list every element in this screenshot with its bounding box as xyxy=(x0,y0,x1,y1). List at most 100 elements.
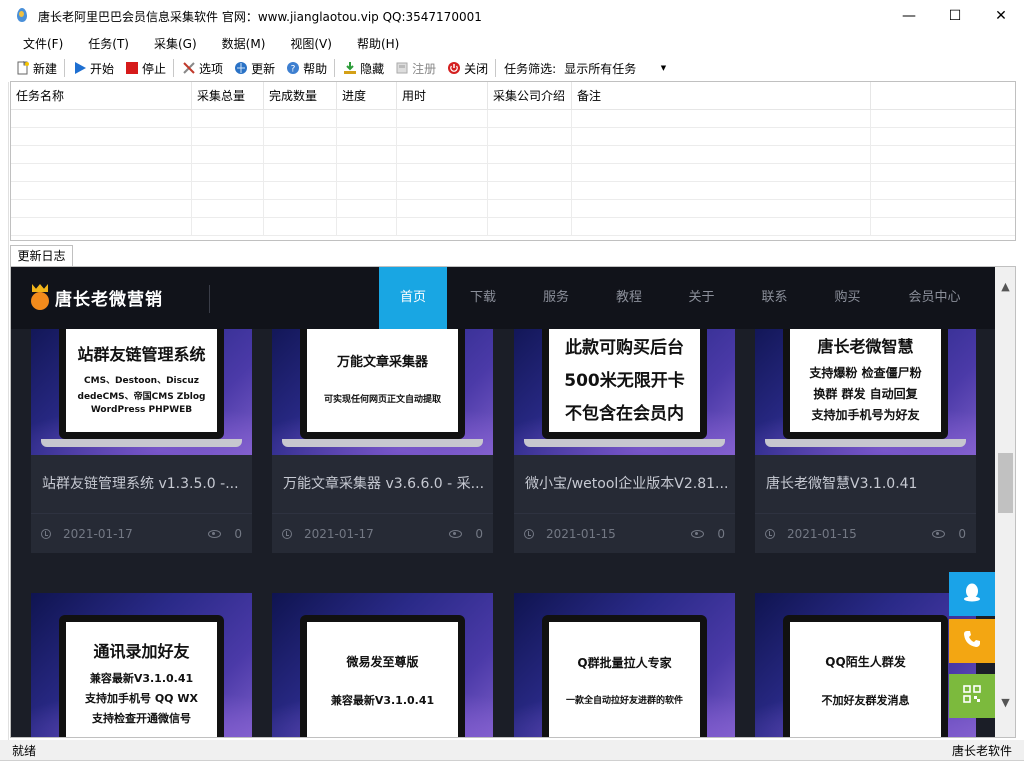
table-cell xyxy=(337,200,397,218)
task-table-body xyxy=(11,110,1015,236)
hide-button[interactable]: 隐藏 xyxy=(337,57,389,79)
column-header-task-name[interactable]: 任务名称 xyxy=(11,82,192,110)
product-title[interactable]: 万能文章采集器 v3.6.6.0 - 采... xyxy=(272,455,493,513)
taskbar-edge xyxy=(0,760,1024,768)
chevron-down-icon: ▼ xyxy=(660,64,667,72)
menu-data[interactable]: 数据(M) xyxy=(209,33,278,55)
options-button[interactable]: 选项 xyxy=(176,57,228,79)
table-row[interactable] xyxy=(11,110,1015,128)
table-cell xyxy=(397,146,488,164)
task-table-header: 任务名称 采集总量 完成数量 进度 用时 采集公司介绍 备注 xyxy=(11,82,1015,110)
table-cell xyxy=(337,164,397,182)
nav-download[interactable]: 下载 xyxy=(447,267,519,329)
close-button[interactable]: ✕ xyxy=(978,0,1024,32)
stop-button[interactable]: 停止 xyxy=(119,57,171,79)
product-card[interactable]: 此款可购买后台 500米无限开卡 不包含在会员内 微小宝/wetool企业版本V… xyxy=(514,329,735,553)
product-title[interactable]: 唐长老微智慧V3.1.0.41 xyxy=(755,455,976,513)
tools-icon xyxy=(182,61,196,75)
column-header-company-intro[interactable]: 采集公司介绍 xyxy=(488,82,572,110)
maximize-button[interactable]: ☐ xyxy=(932,0,978,32)
qr-code-button[interactable] xyxy=(949,674,995,718)
product-title[interactable]: 微小宝/wetool企业版本V2.81... xyxy=(514,455,735,513)
scroll-up-icon[interactable]: ▲ xyxy=(995,276,1015,296)
task-filter-select[interactable]: 显示所有任务 ▼ xyxy=(562,58,671,78)
table-row[interactable] xyxy=(11,182,1015,200)
nav-tutorial[interactable]: 教程 xyxy=(593,267,665,329)
close-app-button[interactable]: 关闭 xyxy=(441,57,493,79)
product-card[interactable]: 唐长老微智慧 支持爆粉 检查僵尸粉 换群 群发 自动回复 支持加手机号为好友 唐… xyxy=(755,329,976,553)
product-card[interactable]: QQ陌生人群发 不加好友群发消息 xyxy=(755,593,976,737)
background-window-edge xyxy=(0,82,9,742)
site-logo-text: 唐长老微营销 xyxy=(55,289,163,310)
product-date: 2021-01-15 xyxy=(546,526,616,541)
minimize-button[interactable]: — xyxy=(886,0,932,32)
product-card[interactable]: Q群批量拉人专家 一款全自动拉好友进群的软件 xyxy=(514,593,735,737)
product-card[interactable]: 通讯录加好友 兼容最新V3.1.0.41 支持加手机号 QQ WX 支持检查开通… xyxy=(31,593,252,737)
table-cell xyxy=(264,146,337,164)
toolbar-separator xyxy=(64,59,66,77)
table-cell xyxy=(397,182,488,200)
logo-mascot-icon xyxy=(29,284,51,310)
nav-buy[interactable]: 购买 xyxy=(811,267,884,329)
column-header-remarks[interactable]: 备注 xyxy=(572,82,871,110)
column-header-completed[interactable]: 完成数量 xyxy=(264,82,337,110)
help-button[interactable]: ? 帮助 xyxy=(280,57,332,79)
product-views: 0 xyxy=(717,526,725,541)
column-header-total[interactable]: 采集总量 xyxy=(192,82,264,110)
update-button[interactable]: 更新 xyxy=(228,57,280,79)
toolbar-separator xyxy=(334,59,336,77)
clock-icon xyxy=(282,528,292,539)
table-row[interactable] xyxy=(11,200,1015,218)
product-meta: 2021-01-17 0 xyxy=(272,513,493,553)
app-icon xyxy=(14,8,30,24)
table-row[interactable] xyxy=(11,164,1015,182)
nav-service[interactable]: 服务 xyxy=(519,267,593,329)
table-cell xyxy=(488,164,572,182)
product-card[interactable]: 万能文章采集器 可实现任何网页正文自动提取 万能文章采集器 v3.6.6.0 -… xyxy=(272,329,493,553)
phone-contact-button[interactable] xyxy=(949,619,995,663)
qq-contact-button[interactable] xyxy=(949,572,995,616)
table-cell xyxy=(264,164,337,182)
toolbar-separator xyxy=(495,59,497,77)
table-row[interactable] xyxy=(11,146,1015,164)
product-meta: 2021-01-15 0 xyxy=(514,513,735,553)
menu-file[interactable]: 文件(F) xyxy=(10,33,75,55)
column-header-time[interactable]: 用时 xyxy=(397,82,488,110)
task-table[interactable]: 任务名称 采集总量 完成数量 进度 用时 采集公司介绍 备注 xyxy=(10,81,1016,241)
download-icon xyxy=(343,61,357,75)
product-thumbnail: 万能文章采集器 可实现任何网页正文自动提取 xyxy=(272,329,493,455)
product-card[interactable]: 站群友链管理系统 CMS、Destoon、Discuz dedeCMS、帝国CM… xyxy=(31,329,252,553)
nav-divider xyxy=(209,285,210,313)
table-cell xyxy=(11,128,192,146)
menu-view[interactable]: 视图(V) xyxy=(277,33,344,55)
nav-member-center[interactable]: 会员中心 xyxy=(884,267,985,329)
new-button[interactable]: 新建 xyxy=(10,57,62,79)
table-cell xyxy=(572,218,871,236)
menu-task[interactable]: 任务(T) xyxy=(75,33,141,55)
menu-help[interactable]: 帮助(H) xyxy=(344,33,411,55)
menu-collect[interactable]: 采集(G) xyxy=(141,33,209,55)
start-button[interactable]: 开始 xyxy=(67,57,119,79)
tab-update-log[interactable]: 更新日志 xyxy=(10,245,73,266)
nav-home[interactable]: 首页 xyxy=(379,267,447,329)
table-cell xyxy=(572,164,871,182)
product-card[interactable]: 微易发至尊版 兼容最新V3.1.0.41 xyxy=(272,593,493,737)
column-header-progress[interactable]: 进度 xyxy=(337,82,397,110)
product-date: 2021-01-17 xyxy=(63,526,133,541)
qr-code-icon xyxy=(963,684,981,708)
product-title[interactable]: 站群友链管理系统 v1.3.5.0 -... xyxy=(31,455,252,513)
nav-contact[interactable]: 联系 xyxy=(738,267,811,329)
log-scrollbar[interactable]: ▲ ▼ xyxy=(995,267,1015,737)
table-row[interactable] xyxy=(11,218,1015,236)
register-icon xyxy=(395,61,409,75)
table-cell xyxy=(264,182,337,200)
site-logo[interactable]: 唐长老微营销 xyxy=(29,284,163,310)
stop-icon xyxy=(125,61,139,75)
register-button[interactable]: 注册 xyxy=(389,57,441,79)
scroll-down-icon[interactable]: ▼ xyxy=(995,692,1015,712)
table-row[interactable] xyxy=(11,128,1015,146)
product-views: 0 xyxy=(234,526,242,541)
scrollbar-thumb[interactable] xyxy=(998,453,1013,513)
nav-about[interactable]: 关于 xyxy=(665,267,738,329)
table-cell xyxy=(11,218,192,236)
